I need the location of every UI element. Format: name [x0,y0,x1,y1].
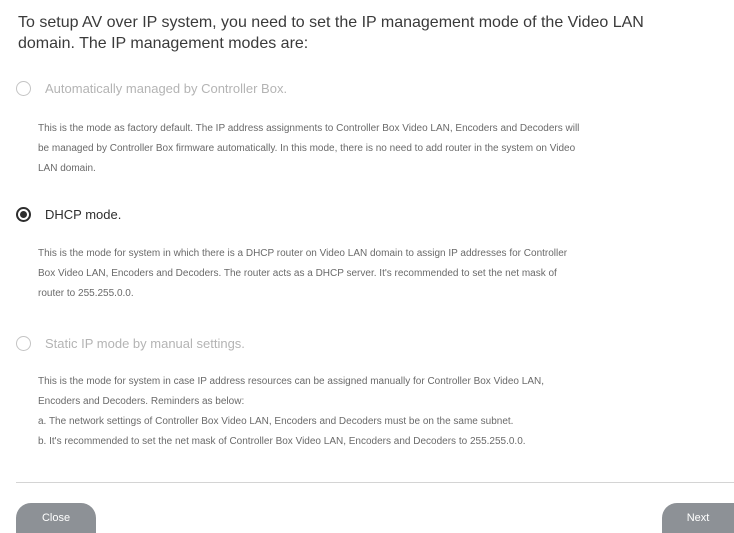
description-line: Box Video LAN, Encoders and Decoders. Th… [38,268,557,279]
next-button[interactable]: Next [662,503,734,533]
radio-dhcp[interactable] [16,207,31,222]
description-line: This is the mode as factory default. The… [38,123,580,134]
option-static-ip[interactable]: Static IP mode by manual settings. [16,336,245,351]
intro-line-1: To setup AV over IP system, you need to … [18,14,644,31]
intro-line-2: domain. The IP management modes are: [18,35,309,52]
description-line: a. The network settings of Controller Bo… [38,416,514,427]
description-line: router to 255.255.0.0. [38,288,134,299]
option-dhcp-description: This is the mode for system in which the… [38,244,734,304]
option-automatic-description: This is the mode as factory default. The… [38,119,734,179]
option-static-ip-description: This is the mode for system in case IP a… [38,372,734,452]
option-automatic[interactable]: Automatically managed by Controller Box. [16,81,287,96]
option-automatic-label: Automatically managed by Controller Box. [45,81,288,96]
ip-management-mode-dialog: To setup AV over IP system, you need to … [0,0,734,533]
option-dhcp[interactable]: DHCP mode. [16,207,121,222]
description-line: be managed by Controller Box firmware au… [38,143,576,154]
radio-automatic[interactable] [16,81,31,96]
description-line: b. It's recommended to set the net mask … [38,436,526,447]
description-line: LAN domain. [38,163,96,174]
footer-divider [16,482,734,483]
description-line: This is the mode for system in case IP a… [38,376,544,387]
option-static-ip-label: Static IP mode by manual settings. [45,336,245,351]
close-button[interactable]: Close [16,503,96,533]
option-dhcp-label: DHCP mode. [45,207,122,222]
description-line: This is the mode for system in which the… [38,248,568,259]
description-line: Encoders and Decoders. Reminders as belo… [38,396,245,407]
radio-static-ip[interactable] [16,336,31,351]
intro-text: To setup AV over IP system, you need to … [18,12,708,54]
